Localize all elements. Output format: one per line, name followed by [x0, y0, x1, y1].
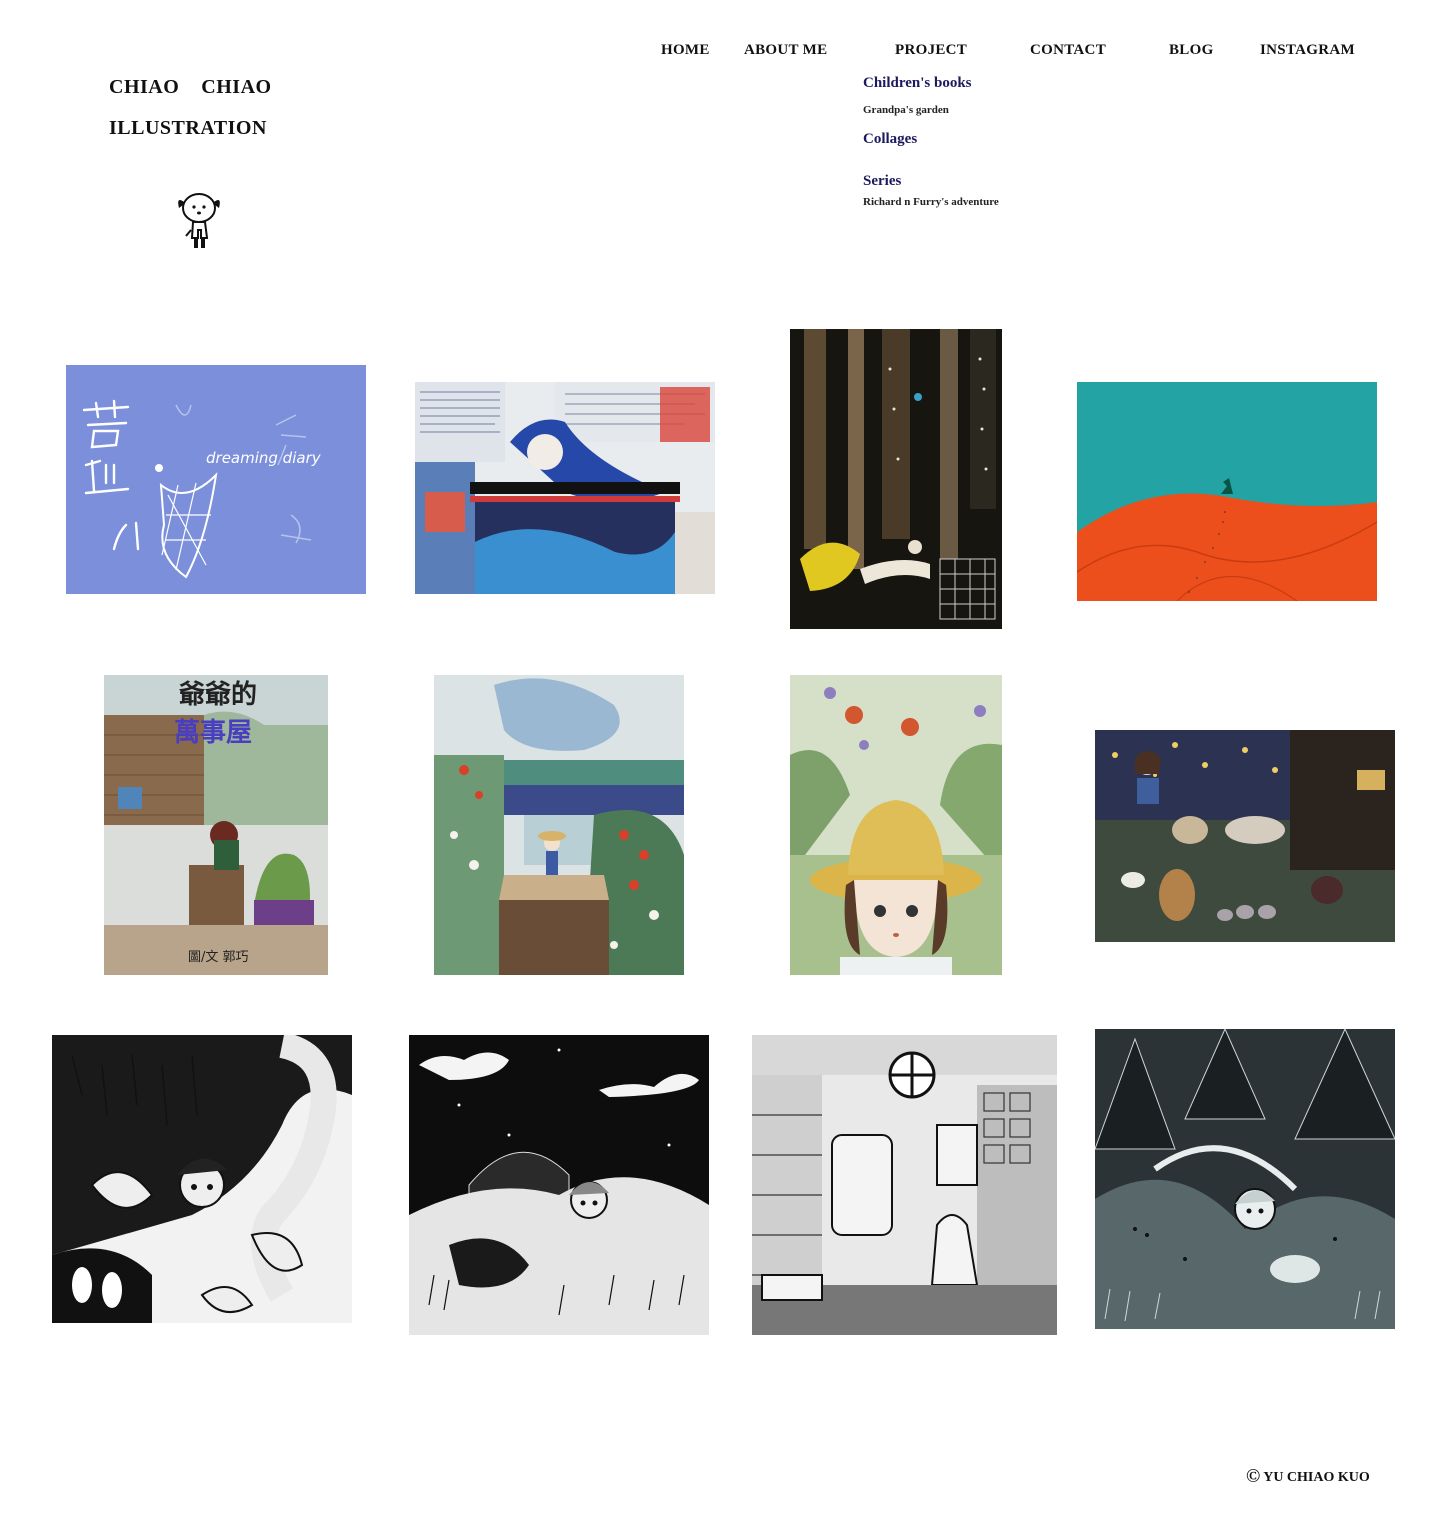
menu-childrens-books[interactable]: Children's books	[863, 75, 972, 92]
menu-grandpas-garden[interactable]: Grandpa's garden	[863, 104, 949, 116]
nav-contact[interactable]: CONTACT	[1030, 42, 1106, 59]
gallery-thumb-bw-night-hills[interactable]	[409, 1035, 709, 1335]
menu-richard-n-furry[interactable]: Richard n Furry's adventure	[863, 196, 999, 208]
gallery-thumb-yellow-hat-girl[interactable]	[790, 675, 1002, 975]
svg-text:圖/文 郭巧: 圖/文 郭巧	[188, 949, 249, 965]
gallery-thumb-dreaming-diary[interactable]: dreaming diary	[66, 365, 366, 594]
logo-line-2[interactable]: ILLUSTRATION	[109, 117, 267, 140]
gallery-thumb-bw-winding-path[interactable]	[52, 1035, 352, 1323]
nav-about-me[interactable]: ABOUT ME	[744, 42, 827, 59]
svg-text:爺爺的: 爺爺的	[178, 679, 257, 710]
gallery-thumb-night-animals[interactable]	[1095, 730, 1395, 942]
nav-instagram[interactable]: INSTAGRAM	[1260, 42, 1355, 59]
dog-mascot-icon[interactable]	[174, 190, 226, 254]
copyright-symbol: ©	[1246, 1466, 1261, 1487]
gallery-thumb-bw-forest-storm[interactable]	[1095, 1029, 1395, 1329]
copyright-name: YU CHIAO KUO	[1263, 1470, 1370, 1485]
logo-line-1[interactable]: CHIAO CHIAO	[109, 76, 272, 99]
menu-collages[interactable]: Collages	[863, 131, 917, 148]
dreaming-diary-text: dreaming diary	[206, 449, 322, 467]
gallery-thumb-orange-hills[interactable]	[1077, 382, 1377, 601]
gallery-thumb-forest-collage[interactable]	[790, 329, 1002, 629]
copyright-footer: © YU CHIAO KUO	[1246, 1466, 1370, 1488]
svg-text:萬事屋: 萬事屋	[174, 718, 252, 748]
gallery-thumb-sunday-collage[interactable]	[415, 382, 715, 594]
menu-series[interactable]: Series	[863, 173, 901, 190]
nav-project[interactable]: PROJECT	[895, 42, 967, 59]
gallery-thumb-garden-path[interactable]	[434, 675, 684, 975]
gallery-thumb-grandpas-garden-cover[interactable]: 爺爺的 萬事屋 圖/文 郭巧	[104, 675, 328, 975]
gallery-thumb-bw-shop[interactable]	[752, 1035, 1057, 1335]
nav-home[interactable]: HOME	[661, 42, 710, 59]
nav-blog[interactable]: BLOG	[1169, 42, 1214, 59]
